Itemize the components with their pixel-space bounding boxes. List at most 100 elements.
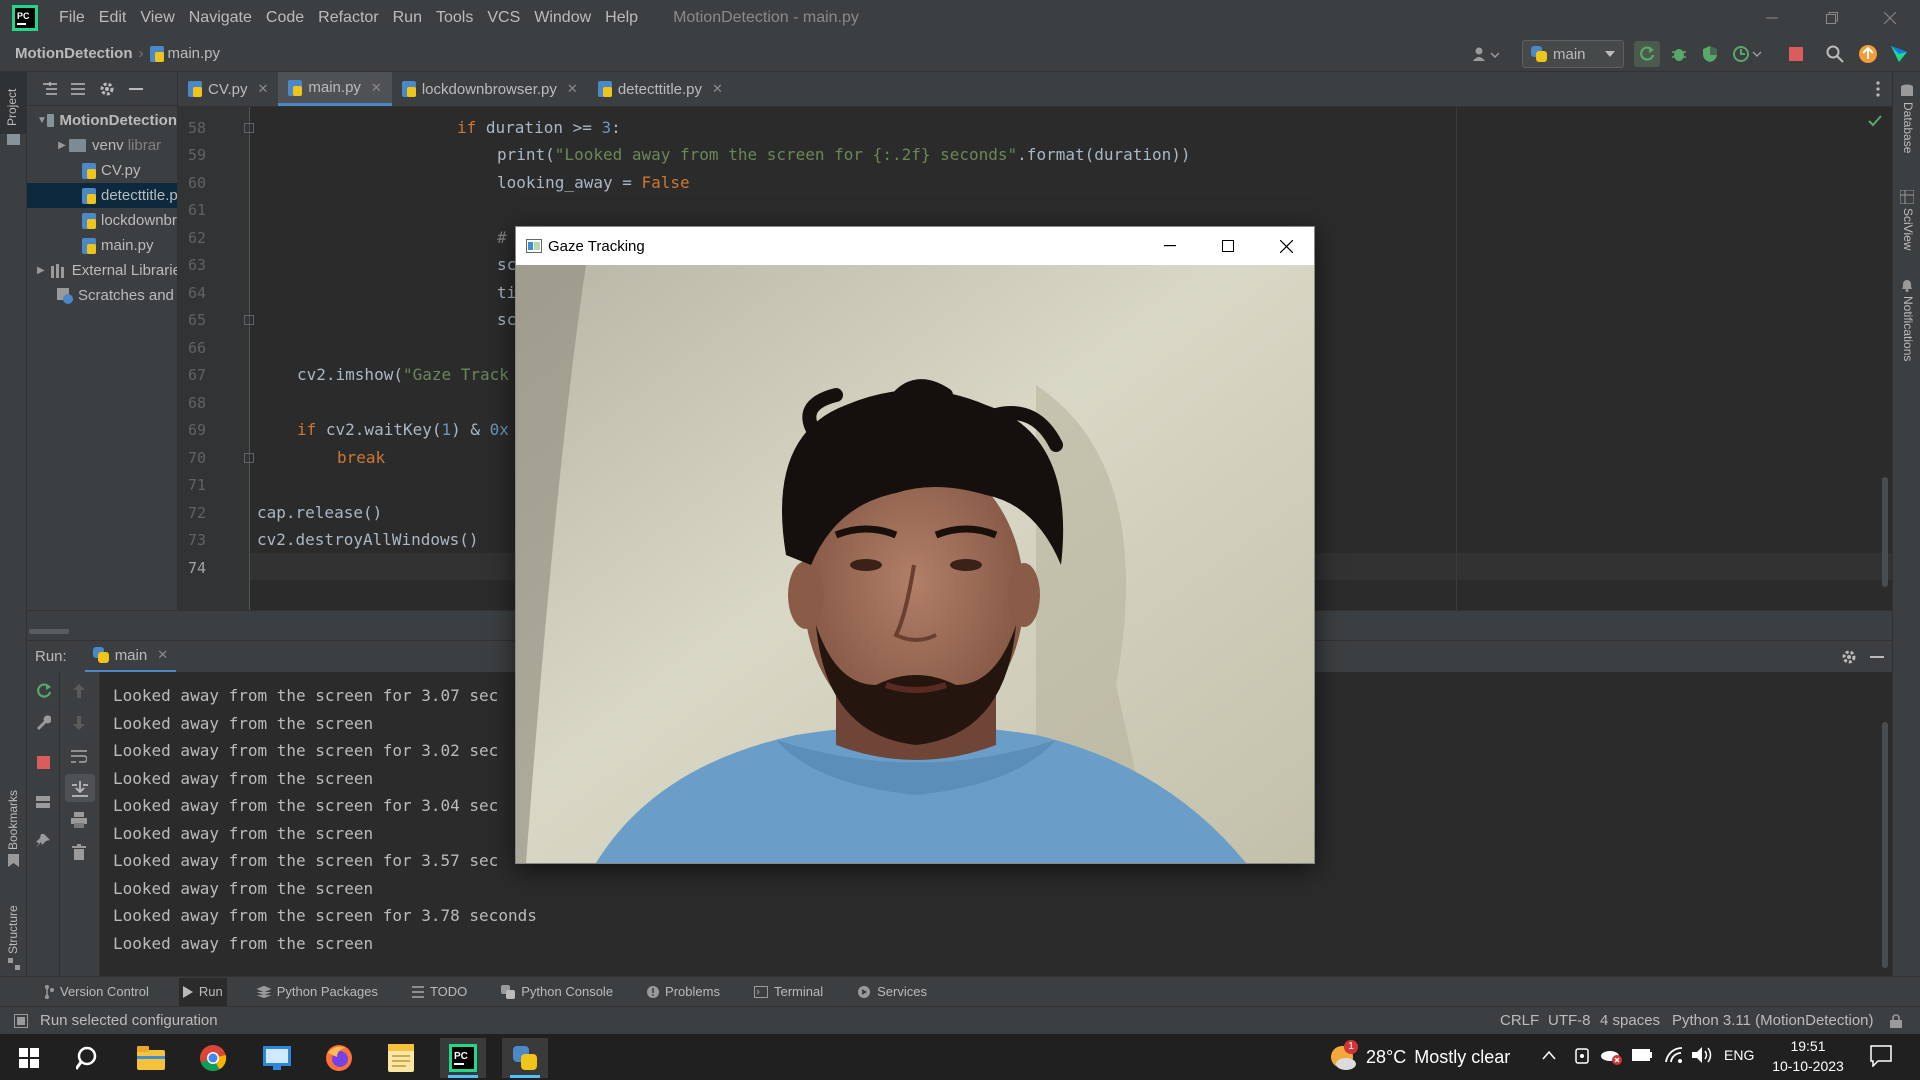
search-icon[interactable]: [1822, 41, 1848, 67]
input-language[interactable]: ENG: [1724, 1047, 1754, 1063]
no-problems-check-icon[interactable]: [1868, 115, 1882, 127]
python-taskbar-icon[interactable]: [502, 1038, 548, 1078]
tab-cv-py[interactable]: CV.py ✕: [178, 72, 278, 106]
search-icon[interactable]: [66, 1038, 112, 1078]
expand-all-icon[interactable]: [43, 81, 57, 96]
gaze-tracking-window[interactable]: Gaze Tracking: [515, 226, 1315, 864]
scroll-down-icon[interactable]: [73, 716, 85, 730]
trash-icon[interactable]: [72, 844, 86, 860]
rerun-icon[interactable]: [35, 682, 53, 700]
tree-item-venv[interactable]: ▶ venv librar: [27, 133, 177, 158]
lock-icon[interactable]: [1890, 1014, 1902, 1028]
project-hscrollbar[interactable]: [29, 629, 69, 634]
hide-panel-icon[interactable]: [1870, 656, 1884, 659]
maximize-icon[interactable]: [1199, 227, 1257, 265]
menu-view[interactable]: View: [133, 0, 181, 36]
chevron-right-icon[interactable]: ▶: [55, 140, 69, 151]
pin-icon[interactable]: [36, 834, 50, 848]
tool-tab-todo[interactable]: TODO: [408, 978, 471, 1006]
firefox-icon[interactable]: [316, 1038, 362, 1078]
editor-scrollbar[interactable]: [1882, 477, 1888, 587]
tool-tab-version-control[interactable]: Version Control: [40, 978, 153, 1006]
menu-code[interactable]: Code: [259, 0, 311, 36]
tree-item-cv[interactable]: CV.py: [27, 158, 177, 183]
bookmarks-tool-label[interactable]: Bookmarks: [6, 790, 20, 850]
weather-widget[interactable]: 1 28°C Mostly clear: [1328, 1040, 1510, 1072]
notifications-tool-label[interactable]: Notifications: [1901, 296, 1915, 361]
close-tab-icon[interactable]: ✕: [712, 81, 723, 97]
tool-tab-python-console[interactable]: Python Console: [497, 978, 617, 1006]
volume-icon[interactable]: [1692, 1046, 1714, 1064]
clock[interactable]: 19:51 10-10-2023: [1768, 1036, 1848, 1076]
start-windows-icon[interactable]: [6, 1038, 52, 1078]
gear-icon[interactable]: [1841, 649, 1857, 665]
menu-help[interactable]: Help: [598, 0, 645, 36]
soft-wrap-icon[interactable]: [71, 750, 87, 764]
close-tab-icon[interactable]: ✕: [157, 647, 168, 663]
collapse-all-icon[interactable]: [71, 82, 85, 96]
scroll-to-end-button[interactable]: [65, 774, 95, 802]
tab-main-py[interactable]: main.py ✕: [278, 72, 392, 106]
tree-root-motiondetection[interactable]: ▼ MotionDetection: [27, 108, 177, 133]
control-panel-icon[interactable]: [254, 1038, 300, 1078]
indent-status[interactable]: 4 spaces: [1600, 1012, 1660, 1029]
device-icon[interactable]: [1574, 1047, 1590, 1065]
tree-item-lockdownbrowser[interactable]: lockdownbrowser.py: [27, 208, 177, 233]
tool-tab-run[interactable]: Run: [178, 977, 227, 1006]
battery-icon[interactable]: [1632, 1049, 1652, 1061]
print-icon[interactable]: [71, 812, 87, 828]
tab-lockdownbrowser-py[interactable]: lockdownbrowser.py ✕: [392, 72, 588, 106]
menu-navigate[interactable]: Navigate: [182, 0, 259, 36]
fold-icon[interactable]: [244, 123, 254, 133]
menu-window[interactable]: Window: [527, 0, 598, 36]
project-tool-button[interactable]: Project: [0, 72, 27, 134]
tree-item-detecttitle[interactable]: detecttitle.py: [27, 183, 177, 208]
gaze-window-titlebar[interactable]: Gaze Tracking: [516, 227, 1314, 265]
close-icon[interactable]: [1257, 227, 1315, 265]
more-options-icon[interactable]: [1864, 72, 1892, 106]
sciview-tool-label[interactable]: SciView: [1901, 208, 1915, 250]
tree-item-scratches[interactable]: Scratches and Consoles: [27, 283, 177, 308]
updates-icon[interactable]: [1855, 41, 1881, 67]
run-tab-main[interactable]: main ✕: [84, 641, 177, 673]
pycharm-taskbar-icon[interactable]: PC: [440, 1038, 486, 1078]
chrome-icon[interactable]: [190, 1038, 236, 1078]
minimize-icon[interactable]: [1141, 227, 1199, 265]
run-configuration-select[interactable]: main: [1522, 40, 1624, 68]
database-tool-label[interactable]: Database: [1901, 102, 1915, 153]
file-explorer-icon[interactable]: [128, 1038, 174, 1078]
breadcrumb-project[interactable]: MotionDetection: [15, 45, 133, 62]
tool-tab-terminal[interactable]: Terminal: [750, 978, 827, 1006]
tree-item-external-libraries[interactable]: ▶ External Libraries: [27, 258, 177, 283]
console-scrollbar[interactable]: [1882, 722, 1888, 968]
profile-run-icon[interactable]: [1728, 41, 1768, 67]
chevron-right-icon[interactable]: ▶: [37, 265, 45, 276]
close-tab-icon[interactable]: ✕: [567, 81, 578, 97]
tool-tab-python-packages[interactable]: Python Packages: [253, 978, 382, 1006]
menu-vcs[interactable]: VCS: [480, 0, 527, 36]
scroll-up-icon[interactable]: [73, 684, 85, 698]
stop-icon[interactable]: [1784, 41, 1808, 67]
wrench-icon[interactable]: [35, 714, 51, 730]
notepad-folder-icon[interactable]: [378, 1038, 424, 1078]
close-icon[interactable]: [1862, 0, 1918, 36]
tool-tab-problems[interactable]: Problems: [643, 978, 724, 1006]
notification-center-icon[interactable]: [1870, 1045, 1892, 1067]
jetbrains-toolbox-icon[interactable]: [1886, 41, 1912, 67]
close-tab-icon[interactable]: ✕: [371, 80, 382, 96]
menu-edit[interactable]: Edit: [92, 0, 134, 36]
coverage-shield-icon[interactable]: [1697, 41, 1723, 67]
line-separator-status[interactable]: CRLF: [1500, 1012, 1539, 1029]
chevron-down-icon[interactable]: ▼: [37, 115, 47, 126]
menu-tools[interactable]: Tools: [429, 0, 480, 36]
interpreter-status[interactable]: Python 3.11 (MotionDetection): [1672, 1012, 1874, 1029]
menu-run[interactable]: Run: [386, 0, 429, 36]
minimize-icon[interactable]: [1744, 0, 1800, 36]
menu-refactor[interactable]: Refactor: [311, 0, 385, 36]
tree-item-main[interactable]: main.py: [27, 233, 177, 258]
chevron-up-icon[interactable]: [1542, 1050, 1556, 1060]
stop-icon[interactable]: [37, 756, 50, 769]
structure-tool-label[interactable]: Structure: [6, 905, 20, 954]
fold-icon[interactable]: [244, 315, 254, 325]
rerun-icon[interactable]: [1634, 41, 1660, 67]
